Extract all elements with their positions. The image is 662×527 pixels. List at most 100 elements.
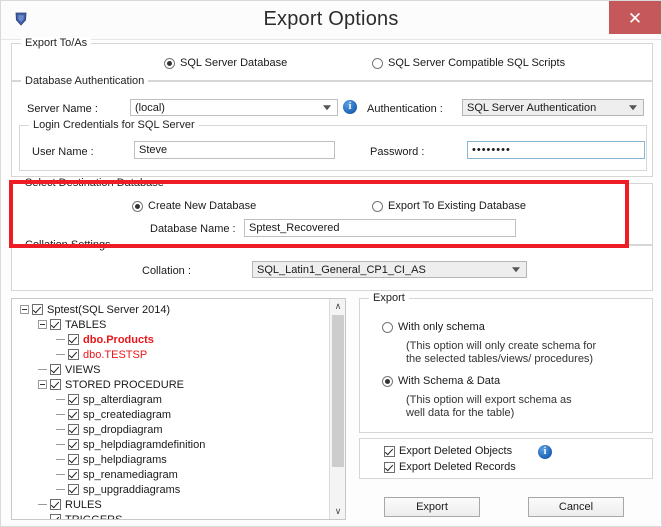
authentication-combobox[interactable]: SQL Server Authentication bbox=[462, 99, 644, 116]
radio-create-new-database-label[interactable]: Create New Database bbox=[148, 200, 256, 212]
radio-with-only-schema[interactable]: With only schema bbox=[382, 321, 485, 333]
tree-item[interactable]: sp_creatediagram bbox=[12, 407, 328, 422]
tree-item-checkbox[interactable] bbox=[68, 469, 79, 480]
radio-sql-server-database-label[interactable]: SQL Server Database bbox=[180, 57, 287, 69]
tree-item-checkbox[interactable] bbox=[68, 409, 79, 420]
checkbox-export-deleted-records[interactable]: Export Deleted Records bbox=[384, 461, 516, 473]
tree-item[interactable]: sp_renamediagram bbox=[12, 467, 328, 482]
tree-item-label[interactable]: sp_creatediagram bbox=[83, 409, 171, 421]
tree-item[interactable]: VIEWS bbox=[12, 362, 328, 377]
radio-sql-scripts-indicator[interactable] bbox=[372, 58, 383, 69]
export-button[interactable]: Export bbox=[384, 497, 480, 517]
tree-item[interactable]: sp_helpdiagramdefinition bbox=[12, 437, 328, 452]
tree-item-label[interactable]: VIEWS bbox=[65, 364, 100, 376]
tree-item-checkbox[interactable] bbox=[68, 484, 79, 495]
chevron-down-icon bbox=[629, 105, 637, 110]
export-to-as-legend: Export To/As bbox=[21, 37, 91, 49]
radio-export-existing-database-label[interactable]: Export To Existing Database bbox=[388, 200, 526, 212]
collation-settings-group: Collation Settings Collation : SQL_Latin… bbox=[11, 245, 653, 291]
database-name-input[interactable]: Sptest_Recovered bbox=[244, 219, 516, 237]
radio-export-existing-database-indicator[interactable] bbox=[372, 201, 383, 212]
tree-item-checkbox[interactable] bbox=[68, 454, 79, 465]
tree-item[interactable]: dbo.TESTSP bbox=[12, 347, 328, 362]
radio-with-only-schema-label[interactable]: With only schema bbox=[398, 321, 485, 333]
radio-with-schema-and-data-indicator[interactable] bbox=[382, 376, 393, 387]
tree-expander-icon[interactable] bbox=[38, 320, 47, 329]
tree-item-label[interactable]: Sptest(SQL Server 2014) bbox=[47, 304, 170, 316]
tree-item[interactable]: sp_helpdiagrams bbox=[12, 452, 328, 467]
tree-item-checkbox[interactable] bbox=[68, 349, 79, 360]
tree-item-label[interactable]: TABLES bbox=[65, 319, 106, 331]
scroll-up-button[interactable]: ∧ bbox=[330, 299, 346, 314]
collation-combobox[interactable]: SQL_Latin1_General_CP1_CI_AS bbox=[252, 261, 527, 278]
tree-connector-line bbox=[38, 504, 47, 505]
radio-sql-server-database-indicator[interactable] bbox=[164, 58, 175, 69]
scroll-down-button[interactable]: ∨ bbox=[330, 504, 346, 519]
tree-item[interactable]: TABLES bbox=[12, 317, 328, 332]
checkbox-export-deleted-objects[interactable]: Export Deleted Objects bbox=[384, 445, 512, 457]
tree-item-checkbox[interactable] bbox=[50, 379, 61, 390]
radio-with-only-schema-indicator[interactable] bbox=[382, 322, 393, 333]
tree-item-checkbox[interactable] bbox=[50, 499, 61, 510]
user-name-input[interactable]: Steve bbox=[134, 141, 335, 159]
checkbox-export-deleted-records-label[interactable]: Export Deleted Records bbox=[399, 461, 516, 473]
server-name-combobox[interactable]: (local) bbox=[130, 99, 338, 116]
export-options-group: Export With only schema (This option wil… bbox=[359, 298, 653, 433]
tree-item[interactable]: TRIGGERS bbox=[12, 512, 328, 519]
tree-expander-icon[interactable] bbox=[38, 380, 47, 389]
tree-item[interactable]: Sptest(SQL Server 2014) bbox=[12, 302, 328, 317]
radio-export-existing-database[interactable]: Export To Existing Database bbox=[372, 200, 526, 212]
checkbox-export-deleted-objects-label[interactable]: Export Deleted Objects bbox=[399, 445, 512, 457]
server-name-info-icon[interactable]: i bbox=[343, 100, 357, 114]
server-name-value: (local) bbox=[135, 102, 165, 114]
page-title: Export Options bbox=[1, 8, 661, 31]
tree-item-label[interactable]: sp_renamediagram bbox=[83, 469, 178, 481]
tree-item-checkbox[interactable] bbox=[32, 304, 43, 315]
database-name-value: Sptest_Recovered bbox=[249, 222, 340, 234]
tree-item-label[interactable]: sp_upgraddiagrams bbox=[83, 484, 180, 496]
deleted-objects-info-icon[interactable]: i bbox=[538, 445, 552, 459]
tree-item[interactable]: sp_upgraddiagrams bbox=[12, 482, 328, 497]
tree-item[interactable]: STORED PROCEDURE bbox=[12, 377, 328, 392]
radio-create-new-database[interactable]: Create New Database bbox=[132, 200, 256, 212]
object-tree[interactable]: Sptest(SQL Server 2014) TABLES dbo.Product… bbox=[11, 298, 346, 520]
tree-item-label[interactable]: sp_helpdiagramdefinition bbox=[83, 439, 205, 451]
tree-connector-line bbox=[56, 414, 65, 415]
tree-item[interactable]: sp_dropdiagram bbox=[12, 422, 328, 437]
tree-scrollbar[interactable]: ∧ ∨ bbox=[329, 299, 345, 519]
radio-sql-server-database[interactable]: SQL Server Database bbox=[164, 57, 287, 69]
password-input[interactable]: •••••••• bbox=[467, 141, 645, 159]
checkbox-export-deleted-records-indicator[interactable] bbox=[384, 462, 395, 473]
tree-item-checkbox[interactable] bbox=[50, 514, 61, 519]
tree-item[interactable]: RULES bbox=[12, 497, 328, 512]
tree-item-label[interactable]: sp_alterdiagram bbox=[83, 394, 162, 406]
tree-item-checkbox[interactable] bbox=[68, 424, 79, 435]
tree-item-checkbox[interactable] bbox=[50, 319, 61, 330]
tree-item-label[interactable]: dbo.TESTSP bbox=[83, 349, 147, 361]
tree-item-label[interactable]: TRIGGERS bbox=[65, 514, 122, 520]
tree-item-checkbox[interactable] bbox=[68, 439, 79, 450]
tree-item-checkbox[interactable] bbox=[68, 334, 79, 345]
hint-schema-only: (This option will only create schema for… bbox=[406, 340, 596, 366]
radio-with-schema-and-data-label[interactable]: With Schema & Data bbox=[398, 375, 500, 387]
checkbox-export-deleted-objects-indicator[interactable] bbox=[384, 446, 395, 457]
login-credentials-legend: Login Credentials for SQL Server bbox=[29, 119, 199, 131]
radio-sql-scripts[interactable]: SQL Server Compatible SQL Scripts bbox=[372, 57, 565, 69]
tree-expander-icon[interactable] bbox=[20, 305, 29, 314]
tree-item-label[interactable]: sp_dropdiagram bbox=[83, 424, 163, 436]
tree-item-checkbox[interactable] bbox=[68, 394, 79, 405]
radio-sql-scripts-label[interactable]: SQL Server Compatible SQL Scripts bbox=[388, 57, 565, 69]
tree-item-label[interactable]: sp_helpdiagrams bbox=[83, 454, 167, 466]
scrollbar-thumb[interactable] bbox=[332, 315, 344, 467]
close-button[interactable]: ✕ bbox=[609, 1, 661, 34]
tree-item[interactable]: dbo.Products bbox=[12, 332, 328, 347]
tree-item-label[interactable]: dbo.Products bbox=[83, 334, 154, 346]
tree-item-label[interactable]: STORED PROCEDURE bbox=[65, 379, 184, 391]
tree-item-label[interactable]: RULES bbox=[65, 499, 102, 511]
tree-item-checkbox[interactable] bbox=[50, 364, 61, 375]
radio-create-new-database-indicator[interactable] bbox=[132, 201, 143, 212]
tree-item[interactable]: sp_alterdiagram bbox=[12, 392, 328, 407]
radio-with-schema-and-data[interactable]: With Schema & Data bbox=[382, 375, 500, 387]
tree-connector-line bbox=[56, 399, 65, 400]
cancel-button[interactable]: Cancel bbox=[528, 497, 624, 517]
